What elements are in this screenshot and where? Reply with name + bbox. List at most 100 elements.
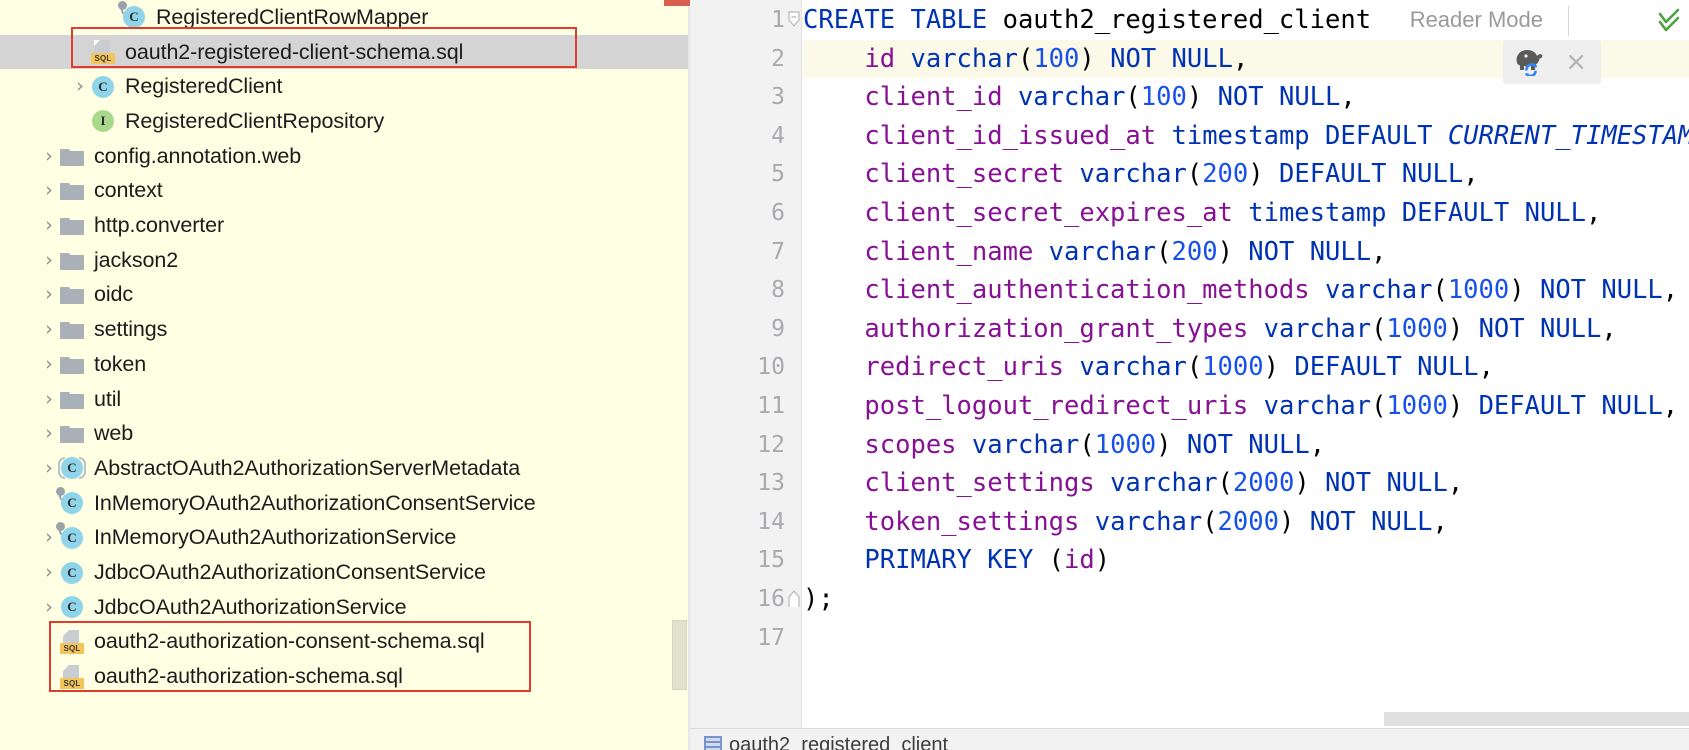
status-bar-table-name[interactable]: oauth2_registered_client bbox=[729, 734, 948, 750]
database-hint-widget[interactable]: × bbox=[1503, 40, 1601, 84]
tree-scrollbar-thumb[interactable] bbox=[672, 620, 687, 690]
chevron-right-icon[interactable]: › bbox=[39, 556, 59, 590]
code-line[interactable]: ); bbox=[803, 580, 834, 619]
tree-row[interactable]: › C JdbcOAuth2AuthorizationService bbox=[0, 590, 688, 625]
code-line[interactable]: client_settings varchar(2000) NOT NULL, bbox=[803, 464, 1463, 503]
code-token: PRIMARY KEY bbox=[864, 545, 1049, 576]
chevron-right-icon[interactable]: › bbox=[39, 209, 59, 243]
line-number[interactable]: 10 bbox=[757, 348, 785, 387]
code-token: varchar bbox=[1048, 236, 1157, 267]
code-line[interactable]: client_secret varchar(200) DEFAULT NULL, bbox=[803, 155, 1478, 194]
tree-row[interactable]: › web bbox=[0, 416, 688, 451]
code-token: ( bbox=[1217, 468, 1233, 499]
code-token: scopes bbox=[864, 429, 957, 460]
line-number[interactable]: 17 bbox=[757, 619, 785, 658]
code-token: oauth2_registered_client bbox=[1002, 5, 1372, 35]
sql-file-icon: SQL bbox=[59, 664, 85, 690]
code-token: 200 bbox=[1171, 236, 1218, 267]
line-number[interactable]: 3 bbox=[771, 78, 785, 117]
line-number[interactable]: 6 bbox=[771, 194, 785, 233]
tree-row[interactable]: ›I RegisteredClientRepository bbox=[0, 104, 688, 139]
tree-vertical-scrollbar[interactable] bbox=[672, 0, 688, 750]
chevron-right-icon[interactable]: › bbox=[39, 313, 59, 347]
code-line[interactable]: id varchar(100) NOT NULL, bbox=[803, 40, 1248, 79]
chevron-right-icon[interactable]: › bbox=[39, 417, 59, 451]
line-number[interactable]: 13 bbox=[757, 464, 785, 503]
code-line[interactable]: client_secret_expires_at timestamp DEFAU… bbox=[803, 194, 1601, 233]
code-line[interactable]: CREATE TABLE oauth2_registered_client bbox=[803, 1, 1371, 40]
tree-row[interactable]: ›CRegisteredClientRowMapper bbox=[0, 0, 688, 35]
line-number[interactable]: 14 bbox=[757, 503, 785, 542]
code-content-area[interactable]: CREATE TABLE oauth2_registered_client id… bbox=[803, 0, 1689, 750]
tree-row[interactable]: › http.converter bbox=[0, 208, 688, 243]
editor-horizontal-scrollbar-thumb[interactable] bbox=[1384, 712, 1689, 726]
line-number[interactable]: 15 bbox=[757, 541, 785, 580]
code-line[interactable]: client_id_issued_at timestamp DEFAULT CU… bbox=[803, 117, 1689, 156]
code-token: , bbox=[1586, 198, 1602, 228]
tree-row[interactable]: › C InMemoryOAuth2AuthorizationService bbox=[0, 521, 688, 556]
chevron-right-icon[interactable]: › bbox=[39, 347, 59, 381]
project-tree-list[interactable]: ›CRegisteredClientRowMapper›SQLoauth2-re… bbox=[0, 0, 688, 694]
line-number[interactable]: 7 bbox=[771, 233, 785, 272]
tree-row[interactable]: › context bbox=[0, 174, 688, 209]
tree-row-label: util bbox=[94, 386, 122, 411]
tree-row[interactable]: › C RegisteredClient bbox=[0, 69, 688, 104]
chevron-right-icon[interactable]: › bbox=[39, 139, 59, 173]
tree-row[interactable]: › config.annotation.web bbox=[0, 139, 688, 174]
code-editor-panel[interactable]: 1 2 3 4 5 6 7 8 9 10 11 12 13 14 15 16 17 CREATE TABLE o… bbox=[690, 0, 1689, 750]
code-line[interactable]: client_name varchar(200) NOT NULL, bbox=[803, 233, 1386, 272]
tree-row[interactable]: › jackson2 bbox=[0, 243, 688, 278]
chevron-right-icon[interactable]: › bbox=[39, 382, 59, 416]
close-icon[interactable]: × bbox=[1559, 49, 1593, 75]
code-line[interactable]: authorization_grant_types varchar(1000) … bbox=[803, 310, 1616, 349]
chevron-right-icon[interactable]: › bbox=[39, 243, 59, 277]
tree-row[interactable]: › token bbox=[0, 347, 688, 382]
line-number[interactable]: 16 bbox=[757, 580, 785, 619]
tree-row[interactable]: › C JdbcOAuth2AuthorizationConsentService bbox=[0, 555, 688, 590]
postgres-elephant-refresh-icon[interactable] bbox=[1511, 44, 1549, 81]
inspections-ok-icon[interactable] bbox=[1649, 2, 1689, 38]
code-line[interactable]: client_authentication_methods varchar(10… bbox=[803, 271, 1678, 310]
line-number[interactable]: 5 bbox=[771, 155, 785, 194]
tree-row[interactable]: › oidc bbox=[0, 278, 688, 313]
line-number[interactable]: 12 bbox=[757, 426, 785, 465]
tree-row[interactable]: › util bbox=[0, 382, 688, 417]
project-tree-panel[interactable]: ›CRegisteredClientRowMapper›SQLoauth2-re… bbox=[0, 0, 688, 750]
code-token: client_id bbox=[864, 82, 1003, 113]
line-number[interactable]: 1 bbox=[771, 1, 785, 40]
tree-row[interactable]: ›CInMemoryOAuth2AuthorizationConsentServ… bbox=[0, 486, 688, 521]
code-line[interactable]: PRIMARY KEY (id) bbox=[803, 541, 1110, 580]
code-line[interactable]: scopes varchar(1000) NOT NULL, bbox=[803, 426, 1325, 465]
line-number[interactable]: 2 bbox=[771, 40, 785, 79]
ide-window: ›CRegisteredClientRowMapper›SQLoauth2-re… bbox=[0, 0, 1689, 750]
tree-row[interactable]: ›SQL oauth2-authorization-consent-schema.… bbox=[0, 625, 688, 660]
editor-gutter[interactable]: 1 2 3 4 5 6 7 8 9 10 11 12 13 14 15 16 17 bbox=[690, 0, 802, 750]
tree-row[interactable]: › C AbstractOAuth2AuthorizationServerMetad… bbox=[0, 451, 688, 486]
chevron-right-icon[interactable]: › bbox=[39, 174, 59, 208]
line-number[interactable]: 8 bbox=[771, 271, 785, 310]
code-token: ) bbox=[1248, 159, 1279, 190]
reader-mode-label[interactable]: Reader Mode bbox=[1399, 0, 1553, 40]
line-number[interactable]: 11 bbox=[757, 387, 785, 426]
code-line[interactable]: redirect_uris varchar(1000) DEFAULT NULL… bbox=[803, 348, 1494, 387]
line-number[interactable]: 4 bbox=[771, 117, 785, 156]
code-line[interactable]: token_settings varchar(2000) NOT NULL, bbox=[803, 503, 1447, 542]
tree-row[interactable]: › settings bbox=[0, 312, 688, 347]
fold-collapse-end-icon[interactable] bbox=[786, 580, 802, 619]
code-token: , bbox=[1662, 275, 1679, 306]
tree-row[interactable]: ›SQL oauth2-authorization-schema.sql bbox=[0, 659, 688, 694]
line-number[interactable]: 9 bbox=[771, 310, 785, 349]
code-line[interactable]: client_id varchar(100) NOT NULL, bbox=[803, 78, 1355, 117]
code-token: ) bbox=[1509, 275, 1540, 306]
folder-icon bbox=[59, 178, 85, 204]
chevron-right-icon[interactable]: › bbox=[39, 590, 59, 624]
chevron-right-icon[interactable]: › bbox=[39, 278, 59, 312]
code-line[interactable]: post_logout_redirect_uris varchar(1000) … bbox=[803, 387, 1678, 426]
chevron-right-icon[interactable]: › bbox=[39, 451, 59, 485]
status-bar[interactable]: oauth2_registered_client bbox=[690, 728, 1689, 750]
chevron-right-icon[interactable]: › bbox=[70, 70, 90, 104]
tree-row[interactable]: ›SQL oauth2-registered-client-schema.sql bbox=[0, 34, 688, 70]
fold-collapse-start-icon[interactable] bbox=[786, 1, 802, 40]
